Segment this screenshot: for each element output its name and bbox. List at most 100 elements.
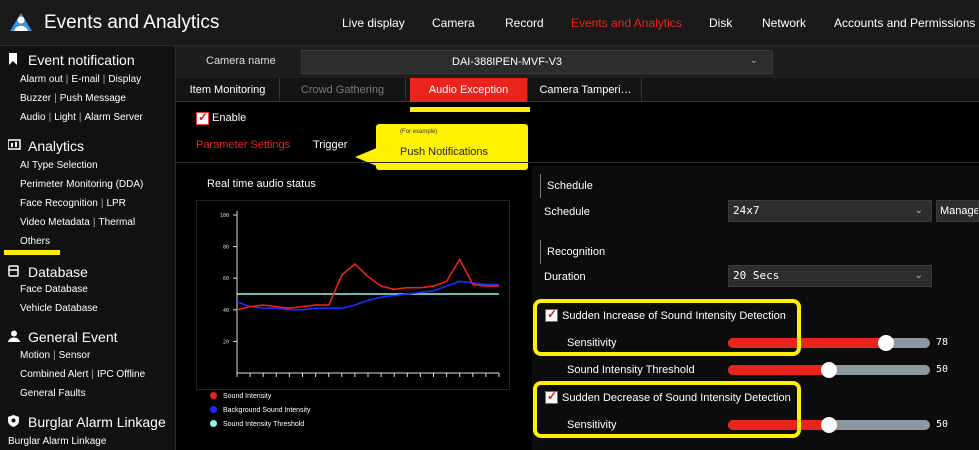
sidebar-item-e-mail[interactable]: E-mail (71, 74, 99, 85)
sidebar-item-light[interactable]: Light (54, 112, 76, 123)
slider-handle[interactable] (821, 362, 837, 378)
slider-fill (728, 365, 829, 375)
nav-live-display[interactable]: Live display (342, 16, 405, 30)
threshold-slider[interactable] (728, 362, 930, 378)
sidebar-item-thermal[interactable]: Thermal (98, 217, 135, 228)
sidebar-item-face-database[interactable]: Face Database (20, 284, 88, 295)
series-line-sound-intensity (236, 257, 499, 311)
tab-item-monitoring[interactable]: Item Monitoring (176, 78, 280, 102)
decrease-sensitivity-value: 50 (936, 419, 949, 430)
nav-record[interactable]: Record (505, 16, 544, 30)
sidebar-section-label: Database (28, 264, 88, 280)
subtab-parameter-settings[interactable]: Parameter Settings (196, 139, 290, 151)
legend-label: Sound Intensity (223, 393, 272, 400)
sidebar-line: Audio | Light | Alarm Server (20, 112, 143, 123)
sidebar-line: Buzzer | Push Message (20, 93, 126, 104)
legend-item: Sound Intensity Threshold (210, 420, 304, 428)
duration-value: 20 Secs (733, 269, 780, 282)
realtime-audio-title: Real time audio status (207, 178, 316, 190)
sidebar-item-general-faults[interactable]: General Faults (20, 388, 86, 399)
sidebar-section-analytics[interactable]: Analytics (7, 138, 85, 154)
y-tick-label: 80 (223, 245, 229, 251)
nav-disk[interactable]: Disk (709, 16, 732, 30)
nav-network[interactable]: Network (762, 16, 806, 30)
sidebar-item-display[interactable]: Display (108, 74, 141, 85)
schedule-value: 24x7 (733, 204, 760, 217)
sidebar-section-burglar-alarm-linkage[interactable]: Burglar Alarm Linkage (8, 414, 166, 430)
annotation-callout: (For example) Push Notifications (376, 124, 528, 170)
shield-icon (8, 415, 22, 430)
app-logo-icon (10, 13, 32, 31)
tab-bar: Item Monitoring Crowd Gathering Audio Ex… (176, 78, 979, 102)
sidebar-item-ai-type-selection[interactable]: AI Type Selection (20, 160, 98, 171)
enable-checkbox[interactable] (196, 110, 209, 125)
sidebar-item-combined-alert[interactable]: Combined Alert (20, 369, 88, 380)
nav-accounts-and-permissions[interactable]: Accounts and Permissions (834, 16, 975, 30)
camera-name-label: Camera name (206, 55, 276, 67)
sidebar-item-others[interactable]: Others (20, 236, 50, 247)
sidebar-section-label: Burglar Alarm Linkage (28, 414, 166, 430)
legend-item: Sound Intensity (210, 392, 271, 400)
sidebar-item-alarm-out[interactable]: Alarm out (20, 74, 63, 85)
bookmark-icon (8, 53, 22, 68)
highlight-underline (410, 107, 530, 112)
sidebar-line: Video Metadata | Thermal (20, 217, 135, 228)
person-icon (8, 330, 22, 345)
y-tick-label: 60 (223, 276, 229, 282)
sidebar-section-label: Analytics (28, 138, 85, 154)
sidebar-section-general-event[interactable]: General Event (8, 329, 118, 345)
sidebar-item-lpr[interactable]: LPR (106, 198, 125, 209)
schedule-select[interactable]: 24x7 ⌄ (728, 200, 932, 222)
page-title: Events and Analytics (44, 12, 220, 33)
sidebar-item-motion[interactable]: Motion (20, 350, 50, 361)
divider: | (54, 93, 57, 104)
sidebar-item-burglar-alarm-linkage[interactable]: Burglar Alarm Linkage (8, 436, 106, 447)
chevron-down-icon: ⌄ (914, 205, 923, 216)
sidebar-item-perimeter-monitoring[interactable]: Perimeter Monitoring (DDA) (20, 179, 143, 190)
audio-chart: 100 80 60 40 20 (220, 211, 500, 377)
legend-label: Sound Intensity Threshold (223, 421, 305, 428)
sidebar-item-video-metadata[interactable]: Video Metadata (20, 217, 90, 228)
camera-name-select[interactable]: DAI-388IPEN-MVF-V3 ⌄ (301, 50, 773, 74)
legend-dot (210, 406, 217, 413)
top-bar: Events and Analytics Live display Camera… (0, 0, 979, 46)
sidebar-line: Alarm out | E-mail | Display (20, 74, 141, 85)
sidebar-item-audio[interactable]: Audio (20, 112, 46, 123)
schedule-label: Schedule (544, 206, 590, 218)
sidebar-section-label: General Event (28, 329, 118, 345)
duration-select[interactable]: 20 Secs ⌄ (728, 265, 932, 287)
sidebar-section-event-notification[interactable]: Event notification (8, 52, 135, 68)
sidebar-item-vehicle-database[interactable]: Vehicle Database (20, 303, 98, 314)
manage-button[interactable]: Manage (936, 200, 979, 222)
sidebar-item-alarm-server[interactable]: Alarm Server (84, 112, 142, 123)
legend-item: Background Sound Intensity (210, 406, 311, 414)
slider-handle[interactable] (821, 417, 837, 433)
tab-audio-exception[interactable]: Audio Exception (410, 78, 528, 102)
sidebar-section-label: Event notification (28, 52, 135, 68)
audio-chart-panel: 100 80 60 40 20 (196, 200, 510, 390)
camera-name-value: DAI-388IPEN-MVF-V3 (452, 56, 563, 68)
divider: | (53, 350, 56, 361)
subtab-trigger[interactable]: Trigger (313, 139, 347, 151)
sidebar-section-database[interactable]: Database (8, 264, 88, 280)
callout-caption: (For example) (400, 129, 438, 135)
tab-camera-tampering[interactable]: Camera Tamperi… (530, 78, 642, 102)
divider (176, 162, 979, 163)
legend-dot (210, 420, 217, 427)
sidebar-item-push-message[interactable]: Push Message (60, 93, 126, 104)
sidebar-item-ipc-offline[interactable]: IPC Offline (97, 369, 145, 380)
sidebar-item-buzzer[interactable]: Buzzer (20, 93, 51, 104)
sidebar-item-face-recognition[interactable]: Face Recognition (20, 198, 98, 209)
tab-crowd-gathering[interactable]: Crowd Gathering (280, 78, 406, 102)
nav-camera[interactable]: Camera (432, 16, 475, 30)
slider-handle[interactable] (877, 335, 894, 351)
sidebar-item-sensor[interactable]: Sensor (59, 350, 91, 361)
y-tick-label: 20 (223, 339, 229, 345)
series-line-background-sound-intensity (236, 280, 499, 311)
chevron-down-icon: ⌄ (914, 270, 923, 281)
highlight-box-decrease (533, 381, 801, 438)
nav-events-and-analytics[interactable]: Events and Analytics (571, 16, 682, 30)
highlight-box-increase (533, 299, 801, 356)
divider: | (91, 369, 94, 380)
callout-text: Push Notifications (400, 146, 489, 158)
